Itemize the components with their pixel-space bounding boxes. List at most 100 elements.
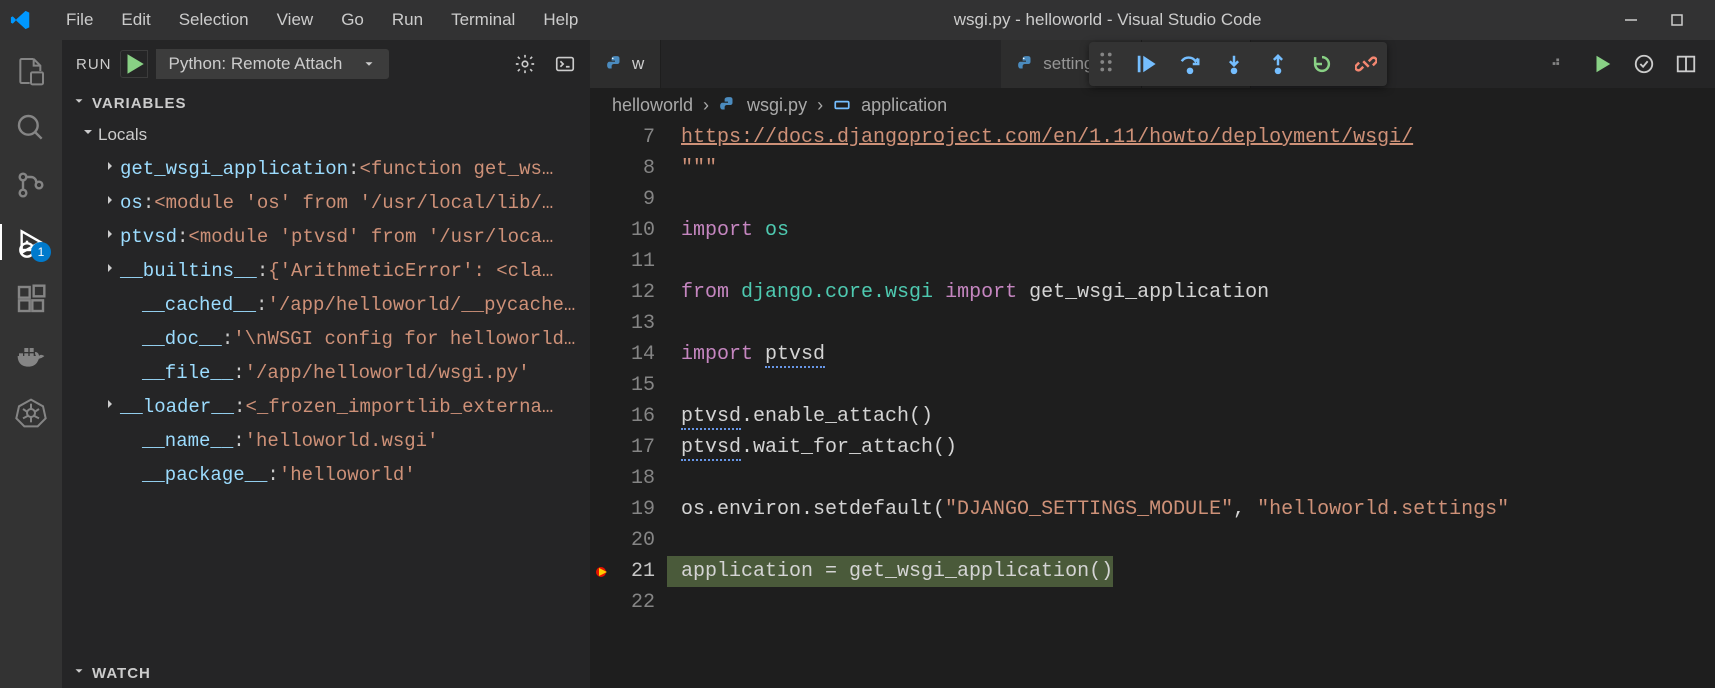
- run-debug-icon[interactable]: 1: [15, 226, 47, 258]
- glyph-margin[interactable]: [590, 494, 612, 525]
- line-content[interactable]: ptvsd.enable_attach(): [667, 401, 933, 432]
- variable-row[interactable]: get_wsgi_application: <function get_ws…: [62, 152, 590, 186]
- step-out-button[interactable]: [1267, 53, 1289, 75]
- line-content[interactable]: os.environ.setdefault("DJANGO_SETTINGS_M…: [667, 494, 1509, 525]
- code-line[interactable]: 10import os: [590, 215, 1715, 246]
- variable-row[interactable]: os: <module 'os' from '/usr/local/lib/…: [62, 186, 590, 220]
- code-line[interactable]: 18: [590, 463, 1715, 494]
- line-content[interactable]: [667, 463, 681, 494]
- minimap[interactable]: [1697, 122, 1715, 688]
- step-over-button[interactable]: [1179, 53, 1201, 75]
- variable-row[interactable]: __package__: 'helloworld': [62, 458, 590, 492]
- line-content[interactable]: """: [667, 153, 717, 184]
- code-line[interactable]: 22: [590, 587, 1715, 618]
- code-line[interactable]: 15: [590, 370, 1715, 401]
- code-line[interactable]: 16ptvsd.enable_attach(): [590, 401, 1715, 432]
- disconnect-button[interactable]: [1355, 53, 1377, 75]
- coverage-icon[interactable]: [1633, 53, 1655, 75]
- locals-scope[interactable]: Locals: [62, 118, 590, 152]
- line-content[interactable]: [667, 184, 681, 215]
- glyph-margin[interactable]: [590, 401, 612, 432]
- tab-wsgi[interactable]: w: [590, 40, 661, 88]
- menu-selection[interactable]: Selection: [165, 2, 263, 38]
- line-content[interactable]: import os: [667, 215, 789, 246]
- line-content[interactable]: from django.core.wsgi import get_wsgi_ap…: [667, 277, 1269, 308]
- debug-config-select[interactable]: Python: Remote Attach: [156, 49, 390, 79]
- code-line[interactable]: 17ptvsd.wait_for_attach(): [590, 432, 1715, 463]
- run-file-button[interactable]: [1591, 53, 1613, 75]
- code-line[interactable]: 12from django.core.wsgi import get_wsgi_…: [590, 277, 1715, 308]
- menu-view[interactable]: View: [263, 2, 328, 38]
- kubernetes-icon[interactable]: [15, 397, 47, 429]
- glyph-margin[interactable]: [590, 463, 612, 494]
- code-line[interactable]: 20: [590, 525, 1715, 556]
- code-line[interactable]: 8""": [590, 153, 1715, 184]
- menu-go[interactable]: Go: [327, 2, 378, 38]
- code-editor[interactable]: 7https://docs.djangoproject.com/en/1.11/…: [590, 122, 1715, 688]
- search-icon[interactable]: [15, 112, 47, 144]
- variable-row[interactable]: __builtins__: {'ArithmeticError': <cla…: [62, 254, 590, 288]
- breadcrumbs[interactable]: helloworld › wsgi.py › application: [590, 88, 1715, 122]
- split-editor-icon[interactable]: [1675, 53, 1697, 75]
- code-line[interactable]: 19os.environ.setdefault("DJANGO_SETTINGS…: [590, 494, 1715, 525]
- line-content[interactable]: ptvsd.wait_for_attach(): [667, 432, 957, 463]
- breadcrumb-file[interactable]: wsgi.py: [747, 95, 807, 116]
- line-content[interactable]: [667, 370, 681, 401]
- restart-button[interactable]: [1311, 53, 1333, 75]
- menu-file[interactable]: File: [52, 2, 107, 38]
- explorer-icon[interactable]: [15, 55, 47, 87]
- docker-indicator-icon[interactable]: [1549, 53, 1571, 75]
- code-line[interactable]: 21application = get_wsgi_application(): [590, 556, 1715, 587]
- maximize-icon[interactable]: [1669, 12, 1685, 28]
- code-line[interactable]: 7https://docs.djangoproject.com/en/1.11/…: [590, 122, 1715, 153]
- variable-row[interactable]: __cached__: '/app/helloworld/__pycache…: [62, 288, 590, 322]
- glyph-margin[interactable]: [590, 308, 612, 339]
- menu-terminal[interactable]: Terminal: [437, 2, 529, 38]
- code-line[interactable]: 9: [590, 184, 1715, 215]
- variable-row[interactable]: __file__: '/app/helloworld/wsgi.py': [62, 356, 590, 390]
- menu-help[interactable]: Help: [529, 2, 592, 38]
- line-content[interactable]: [667, 308, 681, 339]
- code-line[interactable]: 14import ptvsd: [590, 339, 1715, 370]
- menu-edit[interactable]: Edit: [107, 2, 164, 38]
- debug-toolbar[interactable]: [1089, 42, 1387, 86]
- gear-icon[interactable]: [514, 53, 536, 75]
- breadcrumb-folder[interactable]: helloworld: [612, 95, 693, 116]
- source-control-icon[interactable]: [15, 169, 47, 201]
- glyph-margin[interactable]: [590, 246, 612, 277]
- variable-row[interactable]: ptvsd: <module 'ptvsd' from '/usr/loca…: [62, 220, 590, 254]
- glyph-margin[interactable]: [590, 339, 612, 370]
- watch-section-header[interactable]: WATCH: [62, 658, 590, 688]
- start-debug-button[interactable]: [120, 50, 148, 78]
- glyph-margin[interactable]: [590, 525, 612, 556]
- code-line[interactable]: 13: [590, 308, 1715, 339]
- variable-row[interactable]: __doc__: '\nWSGI config for helloworld…: [62, 322, 590, 356]
- step-into-button[interactable]: [1223, 53, 1245, 75]
- glyph-margin[interactable]: [590, 153, 612, 184]
- variable-row[interactable]: __loader__: <_frozen_importlib_externa…: [62, 390, 590, 424]
- code-line[interactable]: 11: [590, 246, 1715, 277]
- line-content[interactable]: [667, 525, 681, 556]
- glyph-margin[interactable]: [590, 184, 612, 215]
- variable-row[interactable]: __name__: 'helloworld.wsgi': [62, 424, 590, 458]
- glyph-margin[interactable]: [590, 277, 612, 308]
- glyph-margin[interactable]: [590, 122, 612, 153]
- line-content[interactable]: [667, 587, 681, 618]
- minimize-icon[interactable]: [1623, 12, 1639, 28]
- glyph-margin[interactable]: [590, 432, 612, 463]
- breadcrumb-symbol[interactable]: application: [861, 95, 947, 116]
- glyph-margin[interactable]: [590, 370, 612, 401]
- line-content[interactable]: [667, 246, 681, 277]
- continue-button[interactable]: [1135, 53, 1157, 75]
- line-content[interactable]: import ptvsd: [667, 339, 825, 370]
- glyph-margin[interactable]: [590, 587, 612, 618]
- docker-icon[interactable]: [15, 340, 47, 372]
- line-content[interactable]: https://docs.djangoproject.com/en/1.11/h…: [667, 122, 1413, 153]
- glyph-margin[interactable]: [590, 556, 612, 587]
- glyph-margin[interactable]: [590, 215, 612, 246]
- drag-handle-icon[interactable]: [1099, 52, 1113, 77]
- menu-run[interactable]: Run: [378, 2, 437, 38]
- extensions-icon[interactable]: [15, 283, 47, 315]
- variables-section-header[interactable]: VARIABLES: [62, 88, 590, 118]
- debug-console-icon[interactable]: [554, 53, 576, 75]
